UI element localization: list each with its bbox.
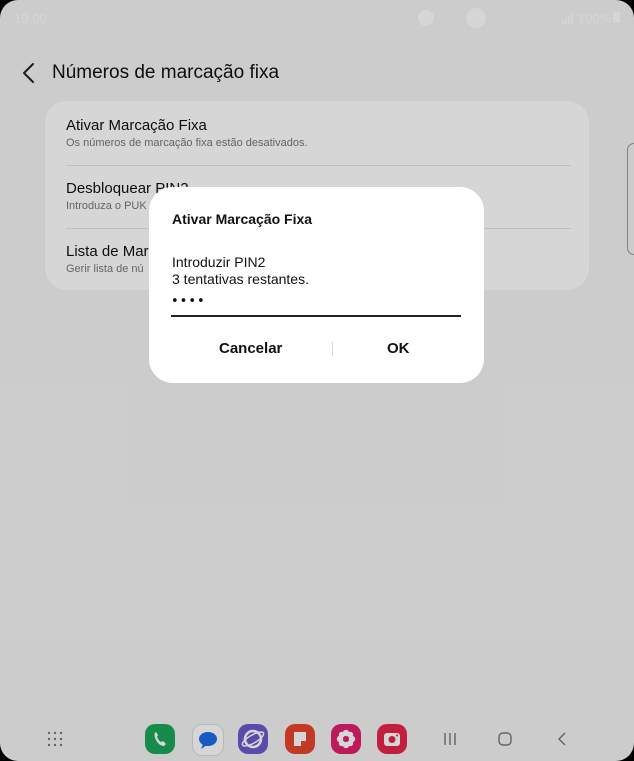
cancel-button[interactable]: Cancelar	[219, 340, 282, 357]
screen: 10.00 100% Números de marcação fixa Ativ…	[0, 0, 634, 761]
dialog-title: Ativar Marcação Fixa	[172, 211, 313, 227]
pin2-input[interactable]	[171, 289, 461, 317]
ok-button[interactable]: OK	[387, 340, 410, 357]
pin2-dialog: Ativar Marcação Fixa Introduzir PIN2 3 t…	[149, 187, 484, 383]
attempts-remaining: 3 tentativas restantes.	[172, 271, 309, 287]
button-separator	[332, 342, 333, 356]
pin-label: Introduzir PIN2	[172, 254, 266, 270]
